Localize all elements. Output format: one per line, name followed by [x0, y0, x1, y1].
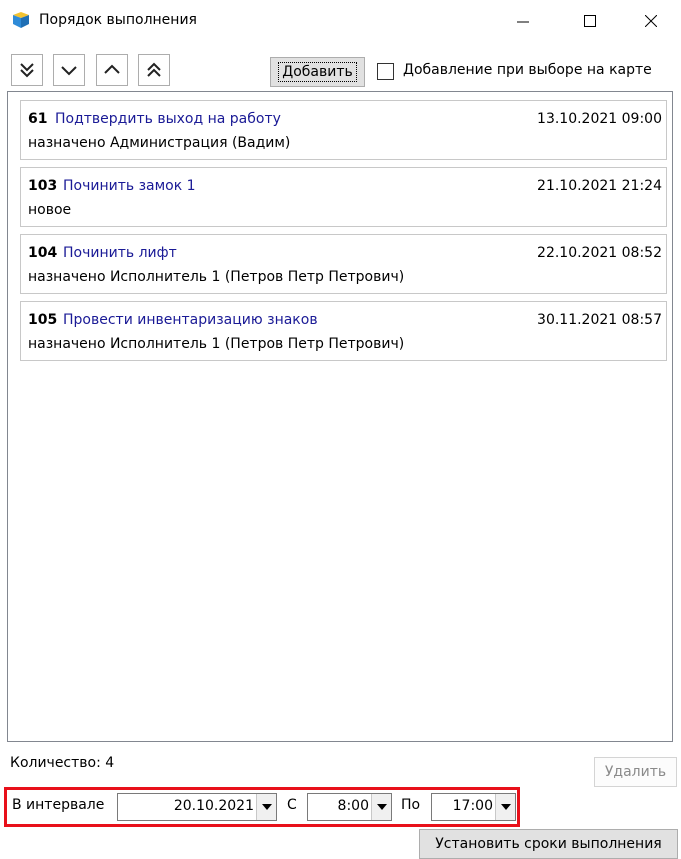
task-id: 103: [28, 178, 58, 194]
double-chevron-up-icon: [147, 62, 161, 77]
task-card[interactable]: 103 Починить замок 1 21.10.2021 21:24 но…: [20, 167, 667, 227]
close-button[interactable]: [628, 0, 674, 42]
task-date: 22.10.2021 08:52: [537, 245, 662, 261]
delete-button-label: Удалить: [604, 764, 667, 780]
close-icon: [645, 15, 657, 27]
task-status: назначено Администрация (Вадим): [28, 135, 291, 151]
to-label: По: [401, 797, 421, 813]
delete-button[interactable]: Удалить: [594, 757, 677, 787]
date-picker[interactable]: 20.10.2021: [117, 793, 277, 821]
chevron-up-icon: [104, 64, 120, 74]
add-button-label: Добавить: [278, 62, 357, 82]
minimize-icon: [517, 21, 529, 23]
set-deadlines-label: Установить сроки выполнения: [435, 836, 662, 852]
task-card[interactable]: 61 Подтвердить выход на работу 13.10.202…: [20, 100, 667, 160]
to-time-picker[interactable]: 17:00: [431, 793, 516, 821]
double-chevron-down-icon: [20, 63, 34, 78]
to-time-value: 17:00: [452, 798, 493, 814]
task-title[interactable]: Провести инвентаризацию знаков: [63, 312, 318, 328]
task-title[interactable]: Починить лифт: [63, 245, 177, 261]
task-id: 105: [28, 312, 58, 328]
dropdown-arrow-icon: [500, 804, 511, 810]
maximize-button[interactable]: [567, 0, 613, 42]
task-date: 21.10.2021 21:24: [537, 178, 662, 194]
task-title[interactable]: Подтвердить выход на работу: [55, 111, 281, 127]
date-dropdown-button[interactable]: [256, 794, 276, 820]
add-button[interactable]: Добавить: [270, 57, 365, 87]
task-status: назначено Исполнитель 1 (Петров Петр Пет…: [28, 269, 405, 285]
task-status: назначено Исполнитель 1 (Петров Петр Пет…: [28, 336, 405, 352]
task-date: 13.10.2021 09:00: [537, 111, 662, 127]
task-card[interactable]: 104 Починить лифт 22.10.2021 08:52 назна…: [20, 234, 667, 294]
dropdown-arrow-icon: [261, 804, 272, 810]
date-value: 20.10.2021: [173, 798, 254, 814]
task-count: Количество: 4: [10, 755, 115, 771]
move-up-button[interactable]: [96, 54, 128, 86]
task-status: новое: [28, 202, 72, 218]
task-date: 30.11.2021 08:57: [537, 312, 662, 328]
window-title: Порядок выполнения: [39, 12, 197, 28]
add-on-map-select-checkbox[interactable]: [377, 63, 394, 80]
move-to-bottom-button[interactable]: [11, 54, 43, 86]
move-to-top-button[interactable]: [138, 54, 170, 86]
title-bar: Порядок выполнения: [0, 0, 681, 42]
minimize-button[interactable]: [500, 0, 546, 42]
dropdown-arrow-icon: [376, 804, 387, 810]
app-icon: [12, 12, 30, 28]
from-label: С: [287, 797, 297, 813]
task-title[interactable]: Починить замок 1: [63, 178, 196, 194]
task-id: 104: [28, 245, 58, 261]
maximize-icon: [584, 15, 596, 27]
task-list[interactable]: 61 Подтвердить выход на работу 13.10.202…: [7, 91, 673, 742]
task-card[interactable]: 105 Провести инвентаризацию знаков 30.11…: [20, 301, 667, 361]
from-time-value: 8:00: [337, 798, 369, 814]
chevron-down-icon: [61, 66, 77, 76]
interval-label: В интервале: [12, 797, 105, 813]
from-time-dropdown-button[interactable]: [371, 794, 391, 820]
move-down-button[interactable]: [53, 54, 85, 86]
from-time-picker[interactable]: 8:00: [307, 793, 392, 821]
set-deadlines-button[interactable]: Установить сроки выполнения: [419, 829, 678, 859]
add-on-map-select-label[interactable]: Добавление при выборе на карте: [403, 62, 652, 78]
to-time-dropdown-button[interactable]: [495, 794, 515, 820]
task-id: 61: [28, 111, 48, 127]
